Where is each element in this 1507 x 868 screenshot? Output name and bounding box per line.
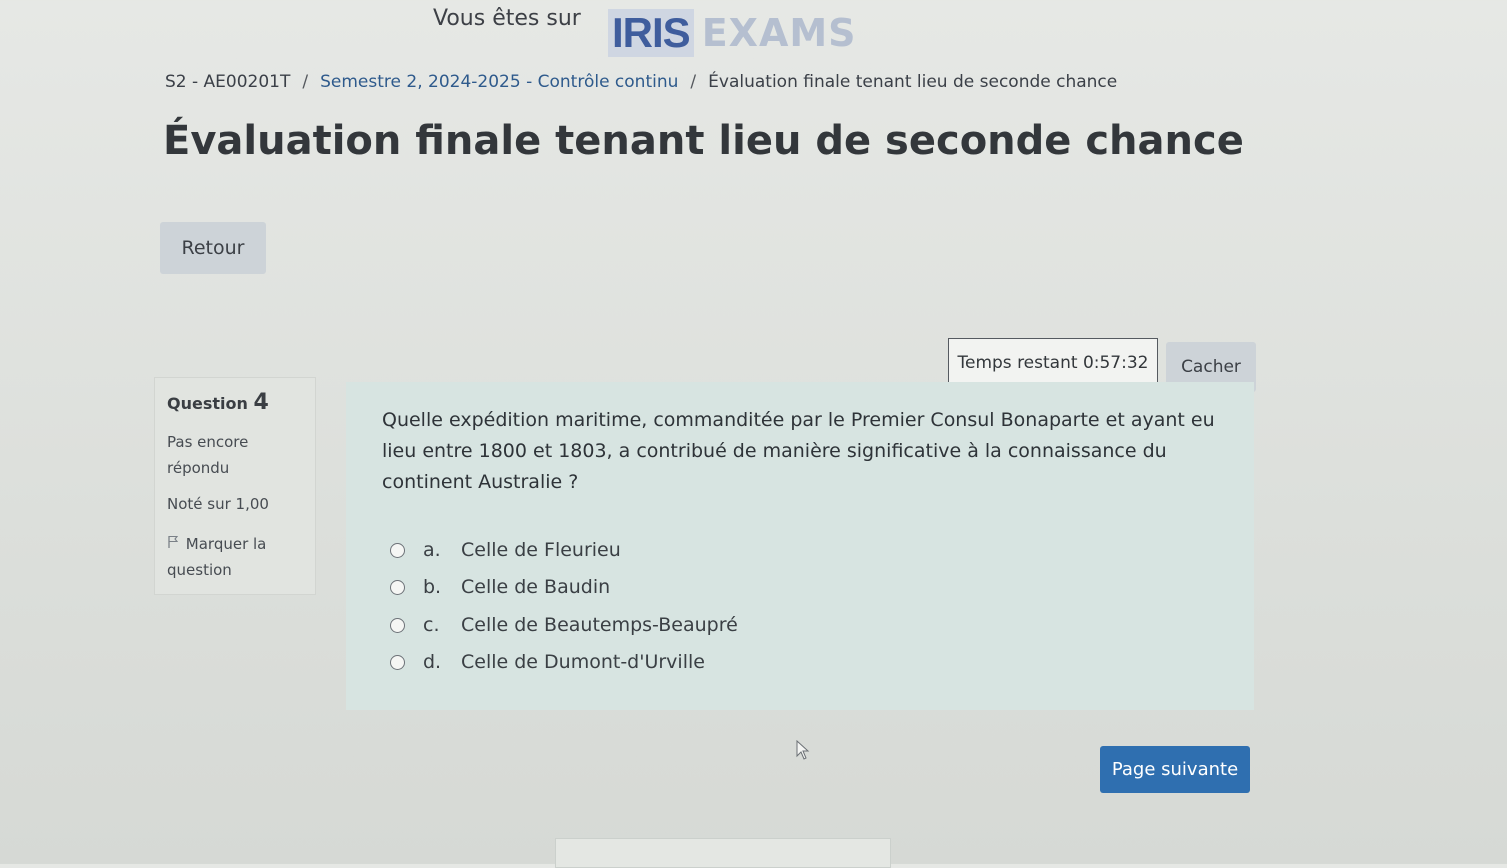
radio-button[interactable]	[390, 542, 405, 558]
timer-label: Temps restant	[957, 353, 1078, 373]
question-label: Question	[167, 394, 248, 413]
question-text: Quelle expédition maritime, commanditée …	[382, 409, 1215, 493]
radio-button[interactable]	[390, 617, 405, 633]
flag-label: Marquer la question	[167, 535, 267, 579]
site-intro-text: Vous êtes sur	[433, 6, 581, 31]
answer-letter: b.	[423, 576, 442, 598]
answer-option-d[interactable]: d. Celle de Dumont-d'Urville	[390, 651, 705, 673]
breadcrumb-separator: /	[690, 72, 697, 92]
logo-iris-text: IRIS	[608, 9, 694, 57]
breadcrumb: S2 - AE00201T / Semestre 2, 2024-2025 - …	[165, 72, 1117, 92]
time-remaining: Temps restant 0:57:32	[948, 338, 1158, 388]
back-button[interactable]: Retour	[160, 222, 266, 274]
question-grade: Noté sur 1,00	[167, 495, 269, 513]
answer-option-c[interactable]: c. Celle de Beautemps-Beaupré	[390, 614, 738, 636]
breadcrumb-course[interactable]: S2 - AE00201T	[165, 72, 290, 92]
question-number: Question 4	[167, 390, 303, 415]
breadcrumb-section[interactable]: Semestre 2, 2024-2025 - Contrôle continu	[320, 72, 678, 92]
radio-button[interactable]	[390, 654, 405, 670]
logo-exams-text: EXAMS	[701, 11, 857, 55]
timer-value: 0:57:32	[1082, 353, 1149, 373]
answer-text: Celle de Fleurieu	[461, 539, 621, 561]
answer-option-b[interactable]: b. Celle de Baudin	[390, 576, 610, 598]
answer-letter: d.	[423, 651, 442, 673]
page-title: Évaluation finale tenant lieu de seconde…	[163, 118, 1244, 164]
breadcrumb-separator: /	[302, 72, 309, 92]
radio-button[interactable]	[390, 579, 405, 595]
answer-letter: c.	[423, 614, 440, 636]
question-number-value: 4	[253, 390, 269, 415]
breadcrumb-current: Évaluation finale tenant lieu de seconde…	[708, 72, 1118, 92]
flag-question-link[interactable]: Marquer la question	[167, 531, 303, 583]
iris-exams-logo: IRIS EXAMS	[608, 8, 857, 58]
answer-text: Celle de Beautemps-Beaupré	[461, 614, 738, 636]
flag-icon	[167, 531, 181, 557]
question-state: Pas encore répondu	[167, 433, 249, 477]
answer-letter: a.	[423, 539, 441, 561]
answer-text: Celle de Baudin	[461, 576, 611, 598]
next-page-button[interactable]: Page suivante	[1100, 746, 1250, 793]
answer-option-a[interactable]: a. Celle de Fleurieu	[390, 539, 621, 561]
mouse-pointer-icon	[796, 739, 810, 760]
question-info-panel: Question 4 Pas encore répondu Noté sur 1…	[154, 377, 316, 595]
answer-text: Celle de Dumont-d'Urville	[461, 651, 705, 673]
